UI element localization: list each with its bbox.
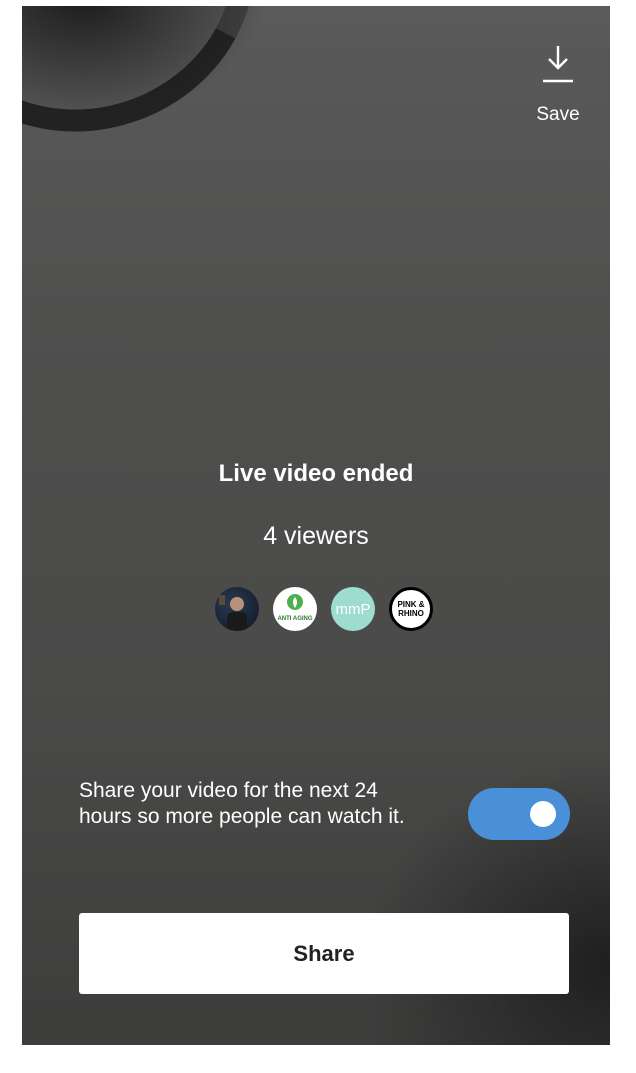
avatar[interactable] xyxy=(215,587,259,631)
avatar[interactable]: mmP xyxy=(331,587,375,631)
live-ended-screen: Save Live video ended 4 viewers ANTI AGI… xyxy=(22,6,610,1045)
toggle-knob xyxy=(530,801,556,827)
share-toggle[interactable] xyxy=(468,788,570,840)
avatar[interactable]: PINK & RHINO xyxy=(389,587,433,631)
viewer-avatar-list: ANTI AGING mmP PINK & RHINO xyxy=(215,587,433,631)
save-button[interactable]: Save xyxy=(528,44,588,126)
avatar-logo-text: PINK & RHINO xyxy=(397,600,425,618)
page-title: Live video ended xyxy=(218,460,414,487)
share-description: Share your video for the next 24 hours s… xyxy=(79,779,405,828)
avatar-logo-text: ANTI AGING xyxy=(277,616,312,622)
anti-aging-logo-icon: ANTI AGING xyxy=(277,594,313,622)
avatar[interactable]: ANTI AGING xyxy=(273,587,317,631)
background-shadow xyxy=(22,6,297,176)
share-button[interactable]: Share xyxy=(79,913,569,994)
download-icon xyxy=(541,44,575,84)
viewer-count: 4 viewers xyxy=(263,522,369,550)
person-photo-icon xyxy=(219,595,247,631)
save-label: Save xyxy=(536,104,580,125)
avatar-logo-text: mmP xyxy=(335,600,371,618)
